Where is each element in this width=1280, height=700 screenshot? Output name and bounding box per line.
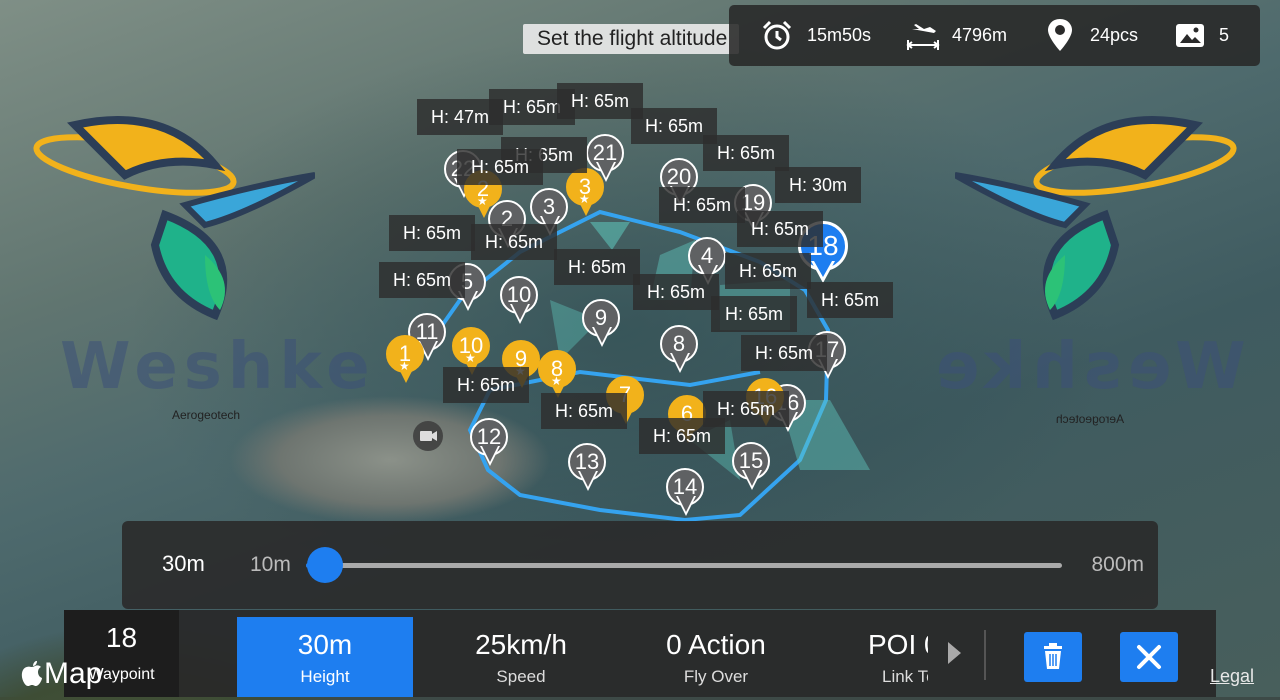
distance-value: 4796m bbox=[952, 25, 1008, 45]
watermark-text-left: Weshke bbox=[60, 330, 376, 404]
altitude-slider-track[interactable] bbox=[306, 547, 1062, 583]
height-tab[interactable]: 30m Height bbox=[237, 617, 413, 697]
action-tab-value: 0 Action bbox=[666, 629, 766, 660]
waypoint-pin-15[interactable]: 15 bbox=[731, 442, 773, 494]
height-tab-value: 30m bbox=[297, 629, 353, 660]
camera-icon[interactable] bbox=[412, 420, 444, 452]
waypoint-pin-12[interactable]: 12 bbox=[469, 418, 511, 470]
delete-waypoint-button[interactable] bbox=[1024, 632, 1082, 682]
images-stat: 5 bbox=[1175, 5, 1229, 66]
height-label: H: 65m bbox=[633, 274, 720, 310]
height-label: H: 65m bbox=[659, 187, 746, 223]
images-value: 5 bbox=[1219, 25, 1230, 45]
watermark-logo-left bbox=[33, 116, 315, 321]
waypoint-pin-9-gray[interactable]: 9 bbox=[581, 299, 623, 351]
altitude-max-value: 800m bbox=[1091, 553, 1144, 576]
close-icon bbox=[1137, 645, 1161, 669]
flight-distance-icon bbox=[906, 24, 940, 50]
height-label: H: 65m bbox=[741, 335, 828, 371]
height-label: H: 65m bbox=[554, 249, 641, 285]
waypoint-pin-10-gray[interactable]: 10 bbox=[499, 276, 541, 328]
watermark-small-right: Aerogeotech bbox=[1056, 412, 1125, 426]
poi-tab-label: Link To bbox=[882, 667, 928, 686]
watermark-text-right: Weshke bbox=[930, 330, 1246, 404]
altitude-min-value: 10m bbox=[250, 553, 291, 576]
height-label: H: 65m bbox=[807, 282, 894, 318]
poi-tab[interactable]: POI 0 Link To bbox=[828, 617, 928, 697]
mission-stats-bar: 15m50s 4796m 24pcs 5 bbox=[729, 5, 1260, 66]
location-pin-icon bbox=[1048, 19, 1072, 51]
distance-stat: 4796m bbox=[906, 5, 1007, 66]
apple-maps-label: Map bbox=[44, 657, 103, 690]
poi-tab-value: POI 0 bbox=[868, 629, 928, 660]
alarm-clock-icon bbox=[762, 20, 792, 50]
height-label: H: 65m bbox=[639, 418, 726, 454]
close-panel-button[interactable] bbox=[1120, 632, 1178, 682]
speed-tab[interactable]: 25km/h Speed bbox=[433, 617, 609, 697]
height-label: H: 65m bbox=[725, 253, 812, 289]
watermark-small-left: Aerogeotech bbox=[172, 408, 241, 422]
photos-value: 24pcs bbox=[1090, 25, 1139, 45]
trash-icon bbox=[1044, 643, 1062, 669]
height-label: H: 65m bbox=[711, 296, 798, 332]
altitude-tooltip: Set the flight altitude bbox=[523, 24, 740, 54]
height-tab-label: Height bbox=[300, 667, 350, 686]
height-label: H: 65m bbox=[471, 224, 558, 260]
height-label: H: 65m bbox=[703, 135, 790, 171]
height-label: H: 65m bbox=[541, 393, 628, 429]
waypoint-toolbar: 18 Waypoint 30m Height 25km/h Speed 0 Ac… bbox=[64, 610, 1216, 697]
waypoint-pin-3-photo[interactable]: 3 ★ bbox=[565, 168, 607, 220]
waypoint-pin-8-gray[interactable]: 8 bbox=[659, 325, 701, 377]
speed-tab-value: 25km/h bbox=[475, 629, 567, 660]
apple-maps-logo: Map bbox=[18, 657, 102, 691]
apple-logo-icon bbox=[21, 661, 42, 686]
height-label: H: 65m bbox=[443, 367, 530, 403]
height-label: H: 65m bbox=[389, 215, 476, 251]
waypoint-pin-1[interactable]: 1 ★ bbox=[385, 335, 427, 387]
action-tab-label: Fly Over bbox=[683, 667, 749, 686]
toolbar-divider bbox=[984, 630, 986, 680]
watermark-logo-right bbox=[955, 116, 1237, 321]
altitude-current-value: 30m bbox=[162, 551, 205, 576]
duration-value: 15m50s bbox=[807, 25, 872, 45]
action-tab[interactable]: 0 Action Fly Over bbox=[628, 617, 804, 697]
legal-link[interactable]: Legal bbox=[1210, 666, 1254, 687]
scroll-right-chevron-icon[interactable] bbox=[948, 642, 961, 664]
speed-tab-label: Speed bbox=[496, 667, 546, 686]
altitude-slider-panel: 30m 10m 800m bbox=[122, 521, 1158, 609]
duration-stat: 15m50s bbox=[761, 5, 871, 66]
altitude-slider-knob[interactable] bbox=[306, 547, 343, 583]
height-label: H: 65m bbox=[379, 262, 466, 298]
waypoint-pin-14[interactable]: 14 bbox=[665, 468, 707, 520]
waypoint-pin-13[interactable]: 13 bbox=[567, 443, 609, 495]
waypoint-count: 18 bbox=[105, 622, 138, 653]
height-label: H: 65m bbox=[457, 149, 544, 185]
image-icon bbox=[1176, 24, 1204, 47]
height-label: H: 65m bbox=[737, 211, 824, 247]
photos-stat: 24pcs bbox=[1046, 5, 1138, 66]
height-label: H: 30m bbox=[775, 167, 862, 203]
